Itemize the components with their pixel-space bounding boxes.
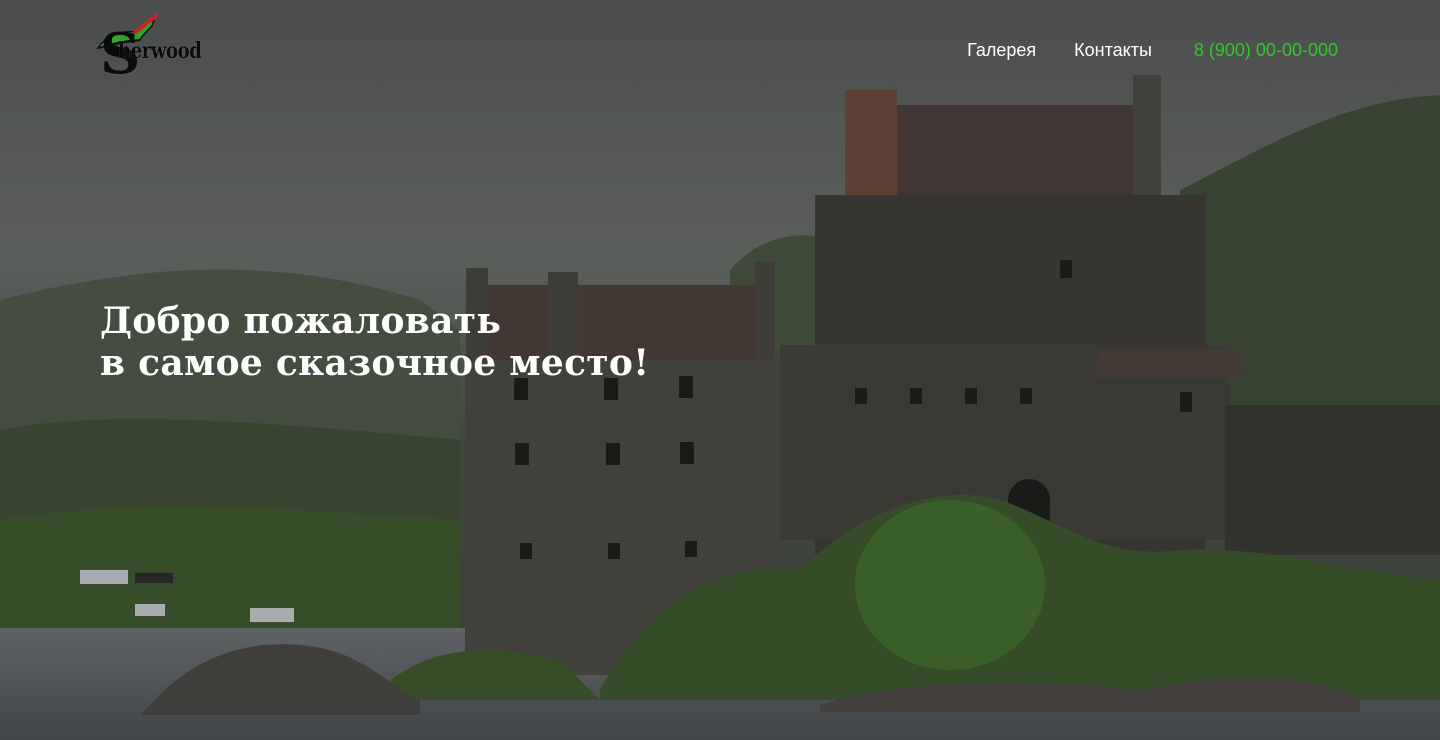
nav-item-contacts[interactable]: Контакты [1074, 40, 1152, 61]
hero-headline: Добро пожаловать в самое сказочное место… [100, 300, 649, 384]
nav-item-gallery[interactable]: Галерея [967, 40, 1036, 61]
site-header: S herwood Галерея Контакты 8 (900) 00-00… [0, 0, 1440, 110]
hero-section: S herwood Галерея Контакты 8 (900) 00-00… [0, 0, 1440, 740]
logo-wordmark: herwood [118, 38, 202, 64]
headline-line-1: Добро пожаловать [100, 300, 502, 342]
main-nav: Галерея Контакты 8 (900) 00-00-000 [967, 40, 1338, 61]
sherwood-logo[interactable]: S herwood [96, 14, 212, 86]
headline-line-2: в самое сказочное место! [100, 342, 650, 384]
phone-link[interactable]: 8 (900) 00-00-000 [1194, 40, 1338, 61]
